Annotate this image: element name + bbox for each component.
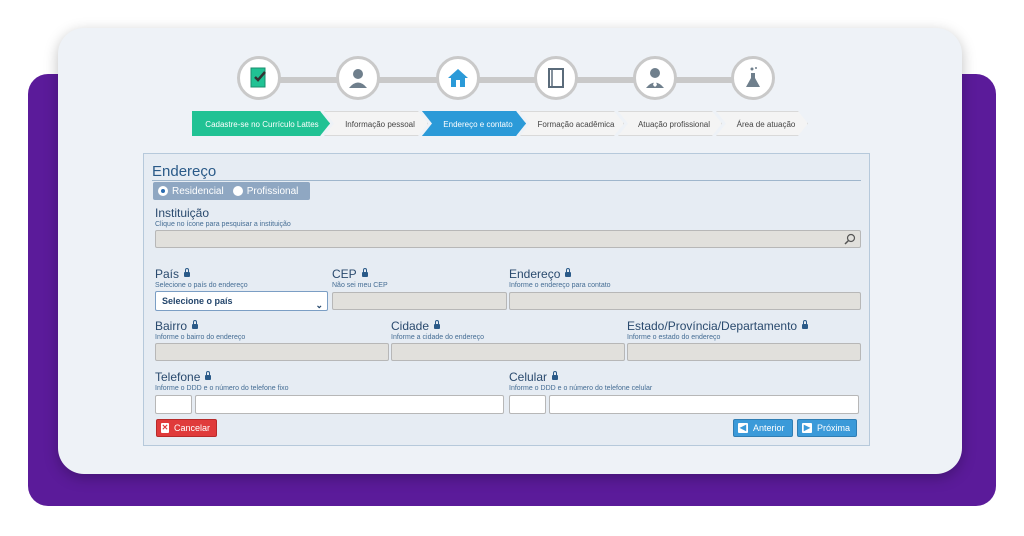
cep-field[interactable]: [332, 292, 507, 310]
cidade-field[interactable]: [391, 343, 625, 361]
cidade-hint: Informe a cidade do endereço: [391, 334, 485, 341]
pais-select[interactable]: Selecione o país ⌄: [155, 291, 328, 311]
pais-selected-value: Selecione o país: [162, 296, 233, 306]
person-tie-icon: [646, 68, 664, 88]
crumb-formacao[interactable]: Formação acadêmica: [520, 111, 624, 136]
step-formacao[interactable]: [534, 56, 578, 100]
lock-icon: [434, 320, 441, 329]
lock-icon: [192, 320, 199, 329]
home-icon: [448, 69, 468, 87]
crumb-atuacao-profissional[interactable]: Atuação profissional: [618, 111, 722, 136]
celular-label: Celular: [509, 370, 559, 384]
section-title: Endereço: [152, 163, 217, 180]
step-endereco[interactable]: [436, 56, 480, 100]
bairro-field[interactable]: [155, 343, 389, 361]
lock-icon: [802, 320, 809, 329]
next-button-label: Próxima: [816, 423, 850, 433]
lock-icon: [565, 268, 572, 277]
step-informacao-pessoal[interactable]: [336, 56, 380, 100]
radio-profissional-label: Profissional: [246, 185, 299, 197]
previous-button-label: Anterior: [753, 423, 785, 433]
cep-label: CEP: [332, 267, 368, 281]
crumb-informacao-pessoal[interactable]: Informação pessoal: [324, 111, 428, 136]
celular-numero-field[interactable]: [549, 395, 859, 414]
crumb-area-atuacao[interactable]: Área de atuação: [716, 111, 808, 136]
telefone-label: Telefone: [155, 370, 212, 384]
instituicao-field[interactable]: [155, 230, 861, 248]
telefone-numero-field[interactable]: [195, 395, 504, 414]
flask-icon: [746, 67, 760, 87]
step-cadastro[interactable]: [237, 56, 281, 100]
endereco-label: Endereço: [509, 267, 572, 281]
radio-unselected-icon: [232, 186, 243, 196]
arrow-left-icon: ◀: [738, 423, 748, 433]
close-icon: ✕: [161, 423, 169, 433]
celular-hint: Informe o DDD e o número do telefone cel…: [509, 385, 653, 392]
resume-check-icon: [250, 67, 266, 88]
cancel-button[interactable]: ✕ Cancelar: [156, 419, 217, 437]
radio-residencial[interactable]: Residencial: [158, 186, 224, 197]
radio-residencial-label: Residencial: [172, 185, 224, 197]
next-button[interactable]: ▶ Próxima: [797, 419, 857, 437]
address-form-panel: Endereço Residencial Profissional Instit…: [143, 153, 870, 446]
telefone-hint: Informe o DDD e o número do telefone fix…: [155, 385, 289, 392]
endereco-field[interactable]: [509, 292, 861, 310]
instituicao-hint: Clique no ícone para pesquisar a institu…: [155, 221, 291, 228]
crumb-endereco[interactable]: Endereço e contato: [422, 111, 526, 136]
bairro-hint: Informe o bairro do endereço: [155, 334, 246, 341]
cep-hint-link[interactable]: Não sei meu CEP: [332, 282, 388, 289]
crumb-cadastro[interactable]: Cadastre-se no Currículo Lattes: [192, 111, 330, 136]
search-icon[interactable]: [844, 233, 856, 245]
celular-ddd-field[interactable]: [509, 395, 546, 414]
estado-label: Estado/Província/Departamento: [627, 319, 809, 333]
cidade-label: Cidade: [391, 319, 441, 333]
lock-icon: [184, 268, 191, 277]
instituicao-label: Instituição: [155, 206, 210, 220]
telefone-ddd-field[interactable]: [155, 395, 192, 414]
book-icon: [548, 68, 564, 88]
estado-field[interactable]: [627, 343, 861, 361]
lock-icon: [205, 371, 212, 380]
endereco-hint: Informe o endereço para contato: [509, 282, 611, 289]
previous-button[interactable]: ◀ Anterior: [733, 419, 793, 437]
radio-selected-icon: [158, 186, 168, 196]
estado-hint: Informe o estado do endereço: [627, 334, 721, 341]
address-type-selector: Residencial Profissional: [153, 182, 310, 200]
lock-icon: [552, 371, 559, 380]
arrow-right-icon: ▶: [802, 423, 812, 433]
step-atuacao-profissional[interactable]: [633, 56, 677, 100]
cancel-button-label: Cancelar: [173, 423, 210, 433]
radio-profissional[interactable]: Profissional: [232, 185, 299, 197]
person-icon: [349, 69, 367, 88]
step-area-atuacao[interactable]: [731, 56, 775, 100]
chevron-down-icon: ⌄: [315, 300, 323, 310]
pais-hint: Selecione o país do endereço: [155, 282, 248, 289]
pais-label: País: [155, 267, 191, 281]
title-divider: [152, 180, 861, 181]
bairro-label: Bairro: [155, 319, 199, 333]
lock-icon: [361, 268, 368, 277]
progress-breadcrumb: Cadastre-se no Currículo Lattes Informaç…: [192, 111, 802, 136]
